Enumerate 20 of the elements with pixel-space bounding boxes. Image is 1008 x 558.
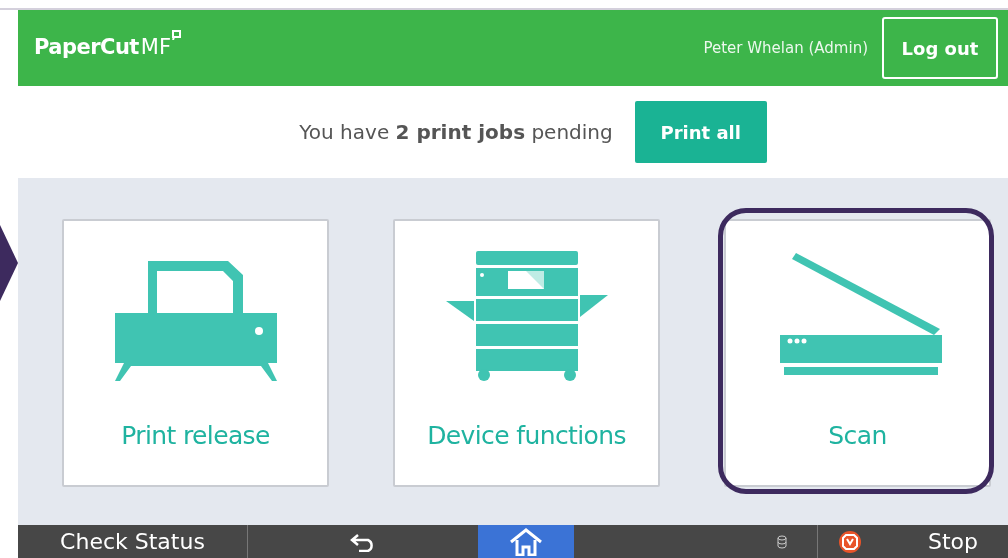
logout-button[interactable]: Log out (882, 17, 998, 79)
papercut-logo: PaperCutMF (34, 32, 182, 64)
stop-icon[interactable] (838, 529, 862, 554)
check-status-label[interactable]: Check Status (18, 525, 248, 558)
pending-jobs-message: You have 2 print jobs pending (299, 119, 613, 146)
home-icon (509, 527, 543, 556)
pointer-arrow-icon (0, 225, 18, 301)
tile-label: Scan (828, 420, 887, 452)
tile-label: Print release (121, 420, 270, 452)
copier-icon (445, 251, 608, 383)
user-name: Peter Whelan (Admin) (703, 37, 868, 59)
tile-card[interactable]: Print release (62, 219, 329, 487)
tile-label: Device functions (427, 420, 626, 452)
home-button[interactable] (478, 525, 574, 558)
printer-icon (114, 261, 277, 383)
tile-card[interactable]: Device functions (393, 219, 660, 487)
print-all-button[interactable]: Print all (634, 101, 767, 163)
tile-card[interactable]: Scan (724, 219, 991, 487)
storage-icon (777, 534, 787, 549)
stop-label[interactable]: Stop (928, 525, 978, 558)
